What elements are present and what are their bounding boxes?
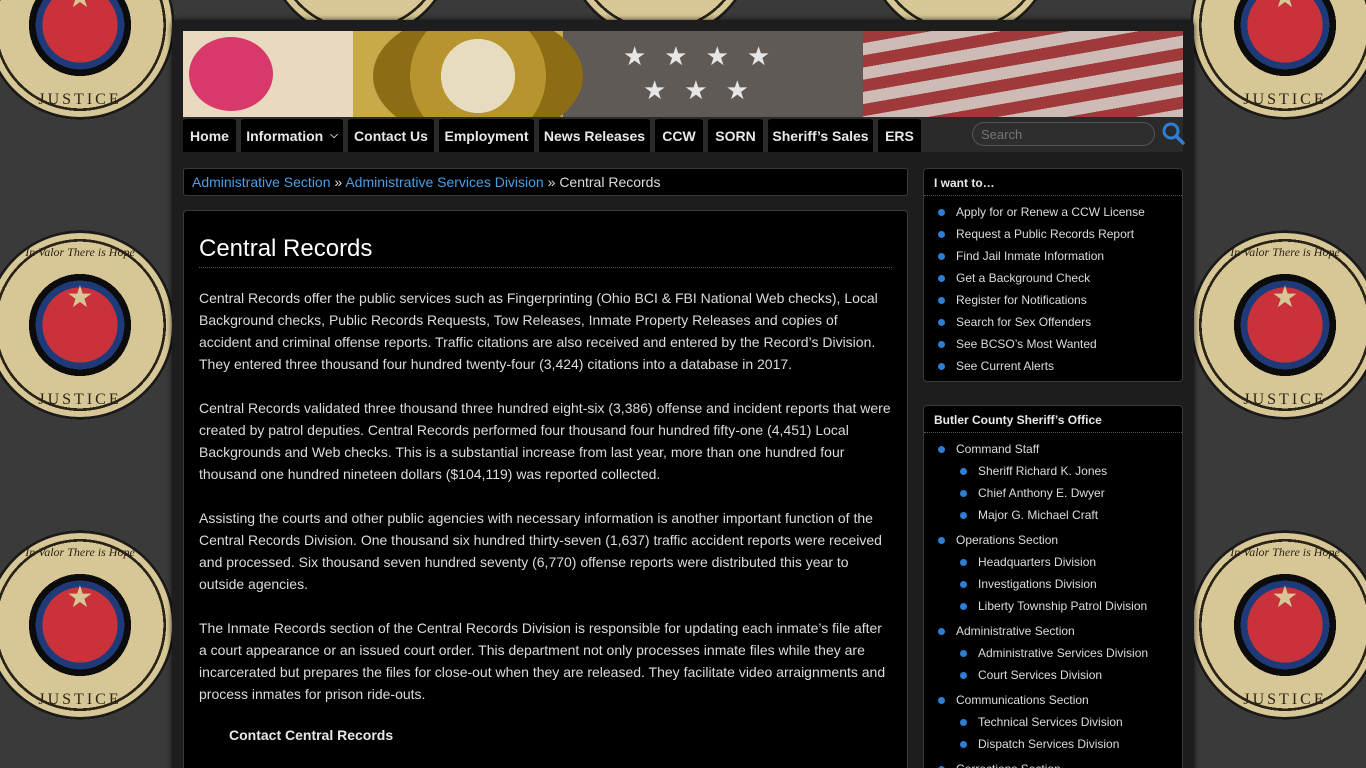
sidebar-sublink[interactable]: Administrative Services Division — [924, 642, 1182, 664]
sidebar-link[interactable]: Register for Notifications — [924, 289, 1182, 311]
sidebar-sublink[interactable]: Investigations Division — [924, 573, 1182, 595]
nav-news-releases[interactable]: News Releases — [539, 117, 650, 152]
sidebar-sublink[interactable]: Technical Services Division — [924, 711, 1182, 733]
nav-employment[interactable]: Employment — [439, 117, 534, 152]
sheriff-badge-emblem: In Valor There is Hope★JUSTICE — [0, 530, 175, 720]
sidebar-link[interactable]: See BCSO’s Most Wanted — [924, 333, 1182, 355]
sidebar-section-command[interactable]: Command Staff — [924, 438, 1182, 460]
nav-information[interactable]: Information ⌵ — [241, 117, 343, 152]
sheriff-badge-emblem: In Valor There is Hope★JUSTICE — [1190, 230, 1366, 420]
page-title: Central Records — [199, 235, 892, 268]
content-paragraph: Central Records validated three thousand… — [199, 400, 891, 482]
header-banner: ★★★★ ★★★ — [183, 31, 1183, 117]
chevron-down-icon: ⌵ — [330, 130, 338, 141]
search-icon[interactable] — [1161, 121, 1185, 145]
nav-sorn[interactable]: SORN — [708, 117, 763, 152]
ohio-flag-disc — [189, 37, 273, 111]
sheriff-badge-emblem: In Valor There is Hope★JUSTICE — [0, 230, 175, 420]
content-paragraph: The Inmate Records section of the Centra… — [199, 620, 886, 702]
sidebar-link[interactable]: Request a Public Records Report — [924, 223, 1182, 245]
flag-stripes — [863, 31, 1183, 117]
breadcrumb-link-administrative-services[interactable]: Administrative Services Division — [345, 174, 543, 190]
nav-home[interactable]: Home — [183, 117, 236, 152]
sheriff-badge-emblem: In Valor There is Hope★JUSTICE — [1190, 0, 1366, 120]
sidebar-link[interactable]: Apply for or Renew a CCW License — [924, 201, 1182, 223]
main-nav: Home Information ⌵ Contact Us Employment … — [183, 117, 1185, 152]
sidebar-section-communications[interactable]: Communications Section — [924, 689, 1182, 711]
nav-sheriffs-sales[interactable]: Sheriff’s Sales — [768, 117, 873, 152]
content-paragraph: Assisting the courts and other public ag… — [199, 510, 882, 592]
breadcrumb-separator: » — [547, 174, 556, 190]
nav-contact-us[interactable]: Contact Us — [348, 117, 434, 152]
breadcrumb: Administrative Section » Administrative … — [183, 168, 908, 196]
sidebar-sublink[interactable]: Chief Anthony E. Dwyer — [924, 482, 1182, 504]
flag-stars: ★★★★ — [623, 41, 789, 71]
contact-heading: Contact Central Records — [229, 727, 394, 743]
breadcrumb-separator: » — [334, 174, 343, 190]
sidebar-section-administrative[interactable]: Administrative Section — [924, 620, 1182, 642]
sidebar-link[interactable]: Search for Sex Offenders — [924, 311, 1182, 333]
sidebar-section-operations[interactable]: Operations Section — [924, 529, 1182, 551]
sidebar-link[interactable]: Find Jail Inmate Information — [924, 245, 1182, 267]
sidebar-link[interactable]: See Current Alerts — [924, 355, 1182, 377]
sidebar-link[interactable]: Get a Background Check — [924, 267, 1182, 289]
sidebar-sublink[interactable]: Major G. Michael Craft — [924, 504, 1182, 526]
sidebar-i-want-to: I want to… Apply for or Renew a CCW Lice… — [923, 168, 1183, 382]
nav-ers[interactable]: ERS — [878, 117, 921, 152]
sidebar-sublink[interactable]: Sheriff Richard K. Jones — [924, 460, 1182, 482]
sheriff-badge-emblem: In Valor There is Hope★JUSTICE — [0, 0, 175, 120]
sidebar-title: I want to… — [924, 169, 1182, 196]
flag-stars: ★★★ — [643, 75, 767, 105]
nav-ccw[interactable]: CCW — [655, 117, 703, 152]
sidebar-sublink[interactable]: Liberty Township Patrol Division — [924, 595, 1182, 617]
main-content: Central Records Central Records offer th… — [183, 210, 908, 768]
sidebar-sublink[interactable]: Headquarters Division — [924, 551, 1182, 573]
sheriff-seal-image — [373, 31, 583, 117]
sidebar-sublink[interactable]: Court Services Division — [924, 664, 1182, 686]
sidebar-list: Apply for or Renew a CCW License Request… — [924, 196, 1182, 381]
sidebar-sheriffs-office: Butler County Sheriff’s Office Command S… — [923, 405, 1183, 768]
content-paragraph: Central Records offer the public service… — [199, 290, 878, 372]
breadcrumb-link-administrative-section[interactable]: Administrative Section — [192, 174, 331, 190]
sidebar-title: Butler County Sheriff’s Office — [924, 406, 1182, 433]
sheriff-badge-emblem: In Valor There is Hope★JUSTICE — [1190, 530, 1366, 720]
search-input[interactable] — [972, 122, 1155, 146]
sidebar-section-corrections[interactable]: Corrections Section — [924, 758, 1182, 768]
page-container: ★★★★ ★★★ Home Information ⌵ Contact Us Em… — [172, 20, 1194, 768]
sidebar-list: Command Staff Sheriff Richard K. Jones C… — [924, 433, 1182, 768]
breadcrumb-current: Central Records — [559, 174, 661, 190]
sidebar-sublink[interactable]: Dispatch Services Division — [924, 733, 1182, 755]
